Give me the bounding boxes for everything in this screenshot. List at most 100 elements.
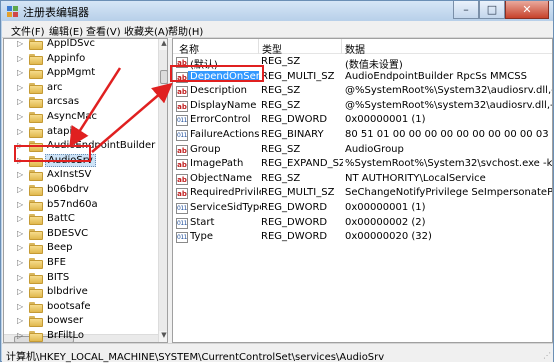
column-divider[interactable] <box>341 39 342 54</box>
tree-item[interactable]: ▷ arc <box>4 81 167 96</box>
expand-arrow-icon[interactable]: ▷ <box>17 54 23 63</box>
maximize-button[interactable]: □ <box>479 1 505 19</box>
value-row[interactable]: 011 FailureActions REG_BINARY 80 51 01 00 0… <box>173 128 552 143</box>
value-row[interactable]: ab (默认) REG_SZ (数值未设置) <box>173 55 552 71</box>
tree-item[interactable]: ▷ arcsas <box>4 95 167 110</box>
minimize-button[interactable]: – <box>453 1 479 19</box>
expand-arrow-icon[interactable]: ▷ <box>17 170 23 179</box>
menu-help[interactable]: 帮助(H) <box>168 23 203 38</box>
value-name: ErrorControl <box>190 114 251 126</box>
value-row[interactable]: ab Group REG_SZ AudioGroup <box>173 143 552 158</box>
expand-arrow-icon[interactable]: ▷ <box>17 127 23 136</box>
expand-arrow-icon[interactable]: ▷ <box>17 302 23 311</box>
tree-item[interactable]: ▷ atapi <box>4 125 167 140</box>
column-data[interactable]: 数据 <box>345 41 365 56</box>
window-controls: – □ ✕ <box>453 1 549 19</box>
value-row[interactable]: ab DisplayName REG_SZ @%SystemRoot%\system3… <box>173 99 552 114</box>
menu-edit[interactable]: 编辑(E) <box>49 23 83 38</box>
menu-view[interactable]: 查看(V) <box>86 23 121 38</box>
tree-item[interactable]: ▷ bootsafe <box>4 300 167 315</box>
tree-item[interactable]: ▷ BITS <box>4 271 167 286</box>
tree-item[interactable]: ▷ AppIDSvc <box>4 39 167 52</box>
expand-arrow-icon[interactable]: ▷ <box>17 156 23 165</box>
tree-item[interactable]: ▷ Beep <box>4 241 167 256</box>
tree-item[interactable]: ▷ AudioEndpointBuilder <box>4 139 167 154</box>
folder-icon <box>29 126 43 138</box>
expand-arrow-icon[interactable]: ▷ <box>17 331 23 340</box>
tree-item[interactable]: ▷ AxInstSV <box>4 168 167 183</box>
tree-item[interactable]: ▷ b57nd60a <box>4 198 167 213</box>
expand-arrow-icon[interactable]: ▷ <box>17 229 23 238</box>
value-row[interactable]: abDependOnSer...REG_MULTI_SZ AudioEndpoin… <box>173 70 552 85</box>
expand-arrow-icon[interactable]: ▷ <box>17 316 23 325</box>
value-row[interactable]: abRequiredPrivile...REG_MULTI_SZ SeChange… <box>173 186 552 201</box>
resize-grip-icon[interactable]: ⋰ <box>543 351 551 360</box>
value-row[interactable]: ab ImagePath REG_EXPAND_SZ %SystemRoot%\Sys… <box>173 157 553 172</box>
string-value-icon: ab <box>176 71 188 83</box>
tree-item-label: Beep <box>47 242 73 254</box>
value-name: Group <box>190 143 221 155</box>
expand-arrow-icon[interactable]: ▷ <box>17 68 23 77</box>
expand-arrow-icon[interactable]: ▷ <box>17 185 23 194</box>
folder-icon <box>29 228 43 240</box>
tree-item[interactable]: ▷ AsyncMac <box>4 110 167 125</box>
main-panes: ▲ ▼ ▷ AppIDSvc ▷ Appinfo ▷ AppMgmt ▷ arc ▷ arcsas… <box>2 38 553 343</box>
value-row[interactable]: 011 Type REG_DWORD 0x00000020 (32) <box>173 230 552 245</box>
value-name: RequiredPrivile... <box>190 187 261 199</box>
menu-file[interactable]: 文件(F) <box>11 23 45 38</box>
value-data: 0x00000002 (2) <box>345 216 426 228</box>
value-type: REG_MULTI_SZ <box>261 187 335 199</box>
value-row[interactable]: 011 ErrorControl REG_DWORD 0x00000001 (1) <box>173 113 552 128</box>
value-row[interactable]: ab Description REG_SZ @%SystemRoot%\System3… <box>173 84 552 99</box>
value-row[interactable]: 011 Start REG_DWORD 0x00000002 (2) <box>173 216 552 231</box>
close-button[interactable]: ✕ <box>505 1 549 19</box>
expand-arrow-icon[interactable]: ▷ <box>17 83 23 92</box>
string-value-icon: ab <box>176 144 188 156</box>
menu-favorites[interactable]: 收藏夹(A) <box>124 23 169 38</box>
registry-tree[interactable]: ▲ ▼ ▷ AppIDSvc ▷ Appinfo ▷ AppMgmt ▷ arc ▷ arcsas… <box>3 38 168 343</box>
expand-arrow-icon[interactable]: ▷ <box>17 112 23 121</box>
value-row[interactable]: 011 ServiceSidType REG_DWORD 0x00000001 (1) <box>173 201 552 216</box>
title-bar[interactable]: 注册表编辑器 – □ ✕ <box>1 1 553 21</box>
tree-item[interactable]: ▷ AppMgmt <box>4 66 167 81</box>
value-type: REG_DWORD <box>261 114 328 126</box>
expand-arrow-icon[interactable]: ▷ <box>17 273 23 282</box>
tree-item[interactable]: ▷ BattC <box>4 212 167 227</box>
expand-arrow-icon[interactable]: ▷ <box>17 141 23 150</box>
binary-value-icon: 011 <box>176 232 188 244</box>
column-name[interactable]: 名称 <box>179 41 199 56</box>
tree-item[interactable]: ▷ AudioSrv <box>4 153 167 169</box>
value-name: ObjectName <box>190 172 253 184</box>
column-type[interactable]: 类型 <box>262 41 282 56</box>
value-name: DisplayName <box>190 99 257 111</box>
tree-item[interactable]: ▷ bowser <box>4 314 167 329</box>
value-name: DependOnSer... <box>188 70 259 82</box>
value-data: %SystemRoot%\System32\svchost.exe -k Loc… <box>345 158 553 170</box>
tree-item[interactable]: ▷ BrFiltLo <box>4 329 167 342</box>
expand-arrow-icon[interactable]: ▷ <box>17 214 23 223</box>
tree-item[interactable]: ▷ BFE <box>4 256 167 271</box>
string-value-icon: ab <box>176 100 188 112</box>
tree-item[interactable]: ▷ blbdrive <box>4 285 167 300</box>
folder-icon <box>29 243 43 255</box>
tree-item[interactable]: ▷ Appinfo <box>4 52 167 67</box>
tree-item[interactable]: ▷ BDESVC <box>4 227 167 242</box>
expand-arrow-icon[interactable]: ▷ <box>17 258 23 267</box>
expand-arrow-icon[interactable]: ▷ <box>17 243 23 252</box>
folder-icon <box>29 82 43 94</box>
tree-item-label: AxInstSV <box>47 169 92 181</box>
folder-icon <box>29 331 43 342</box>
expand-arrow-icon[interactable]: ▷ <box>17 287 23 296</box>
tree-item[interactable]: ▷ b06bdrv <box>4 183 167 198</box>
expand-arrow-icon[interactable]: ▷ <box>17 200 23 209</box>
column-divider[interactable] <box>258 39 259 54</box>
expand-arrow-icon[interactable]: ▷ <box>17 97 23 106</box>
value-data: 0x00000020 (32) <box>345 231 432 243</box>
folder-icon <box>29 185 43 196</box>
folder-icon <box>29 170 43 182</box>
tree-item-label: bootsafe <box>47 300 91 312</box>
binary-value-icon: 011 <box>176 115 188 127</box>
tree-item-label: BrFiltLo <box>47 330 84 341</box>
value-row[interactable]: ab ObjectName REG_SZ NT AUTHORITY\LocalServ… <box>173 172 552 187</box>
expand-arrow-icon[interactable]: ▷ <box>17 39 23 48</box>
